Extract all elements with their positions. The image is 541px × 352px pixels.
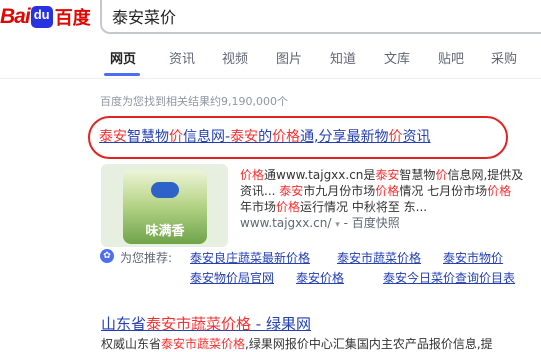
logo-du-mark: du xyxy=(33,7,50,22)
snippet-text: 智慧物 xyxy=(399,168,436,182)
tab-bar: 网页 资讯 视频 图片 知道 文库 贴吧 采购 xyxy=(0,42,541,79)
snippet-highlight: 泰安 xyxy=(279,184,304,198)
title-highlight: 泰安市蔬菜价格 xyxy=(146,315,252,333)
tab-images[interactable]: 图片 xyxy=(276,48,302,67)
active-tab-indicator xyxy=(104,73,140,76)
snippet-highlight: 泰安 xyxy=(375,168,400,182)
baidu-logo[interactable]: Bai du 百度 xyxy=(0,2,91,32)
title-text: - 绿果网 xyxy=(251,315,311,333)
snippet-highlight: 价格 xyxy=(487,184,512,198)
url-separator: - xyxy=(339,216,352,230)
snippet-highlight: 价 xyxy=(435,168,448,182)
tab-zhidao[interactable]: 知道 xyxy=(330,48,356,67)
recommend-link[interactable]: 泰安市蔬菜价格 xyxy=(337,249,421,266)
tab-purchase[interactable]: 采购 xyxy=(491,48,517,67)
paw-icon: du xyxy=(30,6,53,28)
tab-video[interactable]: 视频 xyxy=(222,48,248,67)
result-count: 百度为您找到相关结果约9,190,000个 xyxy=(100,95,288,108)
snippet-text: 权威山东省 xyxy=(101,337,162,351)
tab-news[interactable]: 资讯 xyxy=(169,48,195,67)
snapshot-link[interactable]: 百度快照 xyxy=(352,216,400,230)
result2-snippet: 权威山东省泰安市蔬菜价格,绿果网报价中心汇集国内主农产品报价信息,提 xyxy=(101,335,493,352)
brand-logo-icon xyxy=(151,182,179,198)
snippet-text: ,绿果网报价中心汇集国内主农产品报价信息,提 xyxy=(245,337,493,351)
recommend-link[interactable]: 泰安今日菜价查询价目表 xyxy=(383,269,515,286)
result-title-2[interactable]: 山东省泰安市蔬菜价格 - 绿果网 xyxy=(101,313,311,334)
paw-recommend-icon: ✿ xyxy=(100,249,114,263)
recommend-label: 为您推荐: xyxy=(120,251,173,265)
search-input[interactable] xyxy=(112,4,532,28)
snippet-highlight: 泰安市蔬菜价格 xyxy=(161,337,246,351)
search-box[interactable] xyxy=(100,0,541,34)
annotation-oval xyxy=(88,116,508,159)
result-url-line: www.tajgxx.cn/ ▾ - 百度快照 xyxy=(240,214,400,231)
header: Bai du 百度 xyxy=(0,0,541,36)
recommend-link[interactable]: 泰安物价局官网 xyxy=(190,269,274,286)
package-text: 味满香 xyxy=(145,224,185,239)
recommend-link[interactable]: 泰安价格 xyxy=(296,269,344,286)
snippet-text: 市九月份市场 xyxy=(303,184,376,198)
tab-web[interactable]: 网页 xyxy=(110,48,136,67)
snippet-highlight: 价格 xyxy=(240,168,265,182)
logo-du-text: 百度 xyxy=(54,8,91,29)
result-thumbnail[interactable]: 味满香 xyxy=(101,164,228,247)
logo-bai-text: Bai xyxy=(0,5,31,28)
snippet-highlight: 价格 xyxy=(375,184,400,198)
snippet-highlight: 价格 xyxy=(276,200,301,214)
snippet-text: 信息网,提供及 xyxy=(447,168,524,182)
recommend-link[interactable]: 泰安良庄蔬菜最新价格 xyxy=(190,249,310,266)
product-package-image: 味满香 xyxy=(123,170,207,244)
snippet-text: 年市场 xyxy=(240,200,277,214)
snippet-text: 资讯... xyxy=(240,184,280,198)
snippet-text: 情况 七月份市场 xyxy=(399,184,488,198)
snippet-text: 运行情况 中秋将至 东... xyxy=(300,200,428,214)
snippet-text: 通www.tajgxx.cn是 xyxy=(264,168,376,182)
tab-tieba[interactable]: 贴吧 xyxy=(438,48,464,67)
snippet-line-2: 资讯... 泰安市九月份市场价格情况 七月份市场价格 xyxy=(240,182,511,199)
result-url[interactable]: www.tajgxx.cn/ xyxy=(240,216,331,230)
snippet-line-1: 价格通www.tajgxx.cn是泰安智慧物价信息网,提供及 xyxy=(240,166,523,183)
snippet-line-3: 年市场价格运行情况 中秋将至 东... xyxy=(240,198,427,215)
title-text: 山东省 xyxy=(101,315,147,333)
recommend-link[interactable]: 泰安市物价 xyxy=(443,249,503,266)
tab-wenku[interactable]: 文库 xyxy=(384,48,410,67)
